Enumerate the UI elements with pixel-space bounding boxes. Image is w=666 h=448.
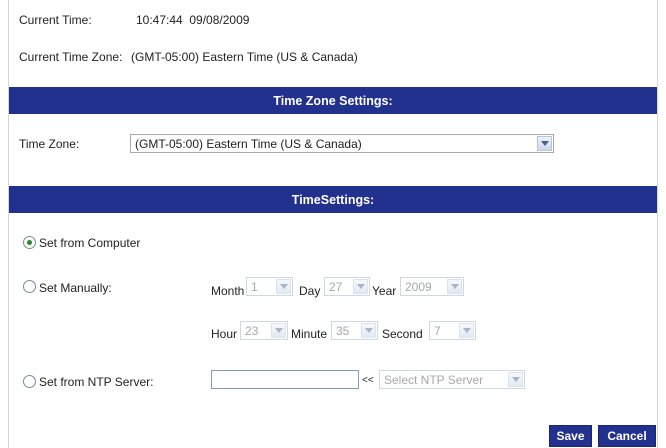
timezone-settings-header: Time Zone Settings: bbox=[9, 87, 657, 114]
timezone-label: Time Zone: bbox=[19, 137, 80, 151]
year-label: Year bbox=[372, 284, 397, 298]
current-timezone-value: (GMT-05:00) Eastern Time (US & Canada) bbox=[131, 50, 358, 64]
year-select[interactable]: 2009 bbox=[400, 277, 464, 296]
current-time-label: Current Time: bbox=[19, 13, 92, 27]
chevron-down-icon bbox=[361, 323, 376, 338]
frame-right-border bbox=[657, 0, 658, 448]
ntp-server-input[interactable] bbox=[211, 370, 359, 389]
chevron-down-icon bbox=[271, 323, 286, 338]
set-from-computer-label: Set from Computer bbox=[39, 236, 141, 250]
month-select-value: 1 bbox=[251, 279, 258, 294]
chevron-down-icon bbox=[508, 372, 523, 387]
month-select[interactable]: 1 bbox=[246, 277, 293, 296]
radio-set-from-computer[interactable] bbox=[23, 236, 36, 249]
set-from-ntp-label: Set from NTP Server: bbox=[39, 375, 154, 389]
chevron-down-icon bbox=[447, 279, 462, 294]
second-select[interactable]: 7 bbox=[429, 321, 476, 340]
set-manually-label: Set Manually: bbox=[39, 281, 112, 295]
save-button[interactable]: Save bbox=[549, 425, 592, 447]
ntp-server-select-value: Select NTP Server bbox=[384, 372, 484, 387]
minute-select-value: 35 bbox=[336, 323, 350, 338]
chevron-down-icon bbox=[459, 323, 474, 338]
radio-selected-dot bbox=[27, 240, 32, 245]
minute-select[interactable]: 35 bbox=[331, 321, 378, 340]
chevron-down-icon bbox=[276, 279, 291, 294]
timezone-select-value: (GMT-05:00) Eastern Time (US & Canada) bbox=[135, 136, 362, 151]
second-select-value: 7 bbox=[434, 323, 441, 338]
hour-select[interactable]: 23 bbox=[240, 321, 288, 340]
chevron-down-icon bbox=[353, 279, 368, 294]
cancel-button[interactable]: Cancel bbox=[598, 425, 656, 447]
ntp-copy-arrow[interactable]: << bbox=[362, 375, 374, 386]
day-label: Day bbox=[299, 284, 321, 298]
day-select[interactable]: 27 bbox=[324, 277, 370, 296]
radio-set-from-ntp[interactable] bbox=[23, 375, 36, 388]
hour-label: Hour bbox=[211, 327, 238, 341]
month-label: Month bbox=[211, 284, 245, 298]
chevron-down-icon bbox=[537, 136, 552, 151]
minute-label: Minute bbox=[291, 327, 328, 341]
time-settings-header: TimeSettings: bbox=[9, 186, 657, 213]
day-select-value: 27 bbox=[329, 279, 343, 294]
hour-select-value: 23 bbox=[245, 323, 259, 338]
year-select-value: 2009 bbox=[405, 279, 432, 294]
frame-left-border bbox=[8, 0, 9, 448]
radio-set-manually[interactable] bbox=[23, 280, 36, 293]
current-timezone-label: Current Time Zone: bbox=[19, 50, 123, 64]
timezone-select[interactable]: (GMT-05:00) Eastern Time (US & Canada) bbox=[130, 134, 554, 153]
ntp-server-select[interactable]: Select NTP Server bbox=[379, 370, 525, 389]
current-time-value: 10:47:44 09/08/2009 bbox=[136, 13, 250, 27]
second-label: Second bbox=[382, 327, 423, 341]
